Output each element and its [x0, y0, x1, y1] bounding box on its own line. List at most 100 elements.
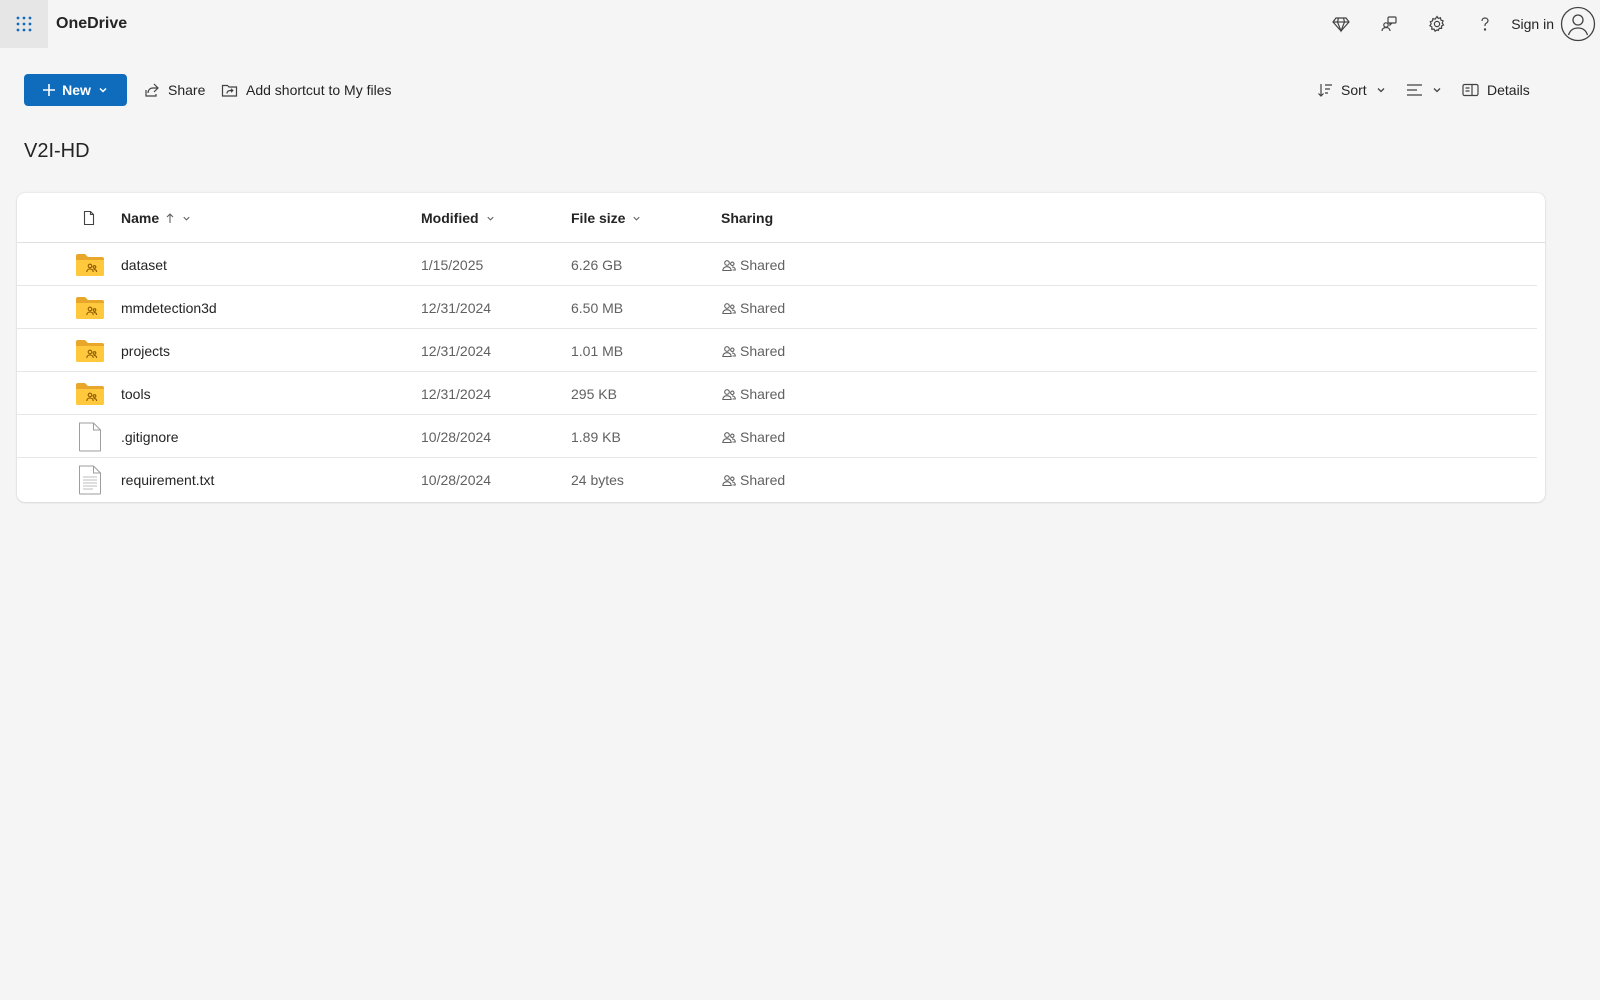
chevron-down-icon [633, 216, 641, 221]
people-icon [722, 388, 736, 400]
text-file-icon [75, 458, 105, 501]
sharing-status[interactable]: Shared [721, 372, 785, 415]
people-icon [722, 431, 736, 443]
help-button[interactable] [1461, 0, 1509, 48]
file-type-column-header[interactable] [81, 193, 97, 243]
people-icon [722, 302, 736, 314]
premium-button[interactable] [1317, 0, 1365, 48]
sharing-status[interactable]: Shared [721, 415, 785, 458]
file-type-icon [83, 210, 95, 226]
generic-file-icon [75, 415, 105, 458]
file-size: 295 KB [571, 385, 617, 402]
feedback-button[interactable] [1365, 0, 1413, 48]
modified-date: 1/15/2025 [421, 256, 484, 273]
page-title: V2I-HD [24, 140, 90, 162]
file-size: 6.50 MB [571, 299, 624, 316]
avatar [1560, 6, 1596, 42]
modified-date: 12/31/2024 [421, 342, 492, 359]
sharing-status[interactable]: Shared [721, 458, 785, 501]
sort-ascending-icon [166, 213, 174, 223]
sharing-label: Shared [740, 299, 786, 316]
sharing-status[interactable]: Shared [721, 286, 785, 329]
shared-folder-icon [75, 329, 105, 372]
plus-icon [43, 84, 56, 96]
new-button[interactable]: New [24, 74, 127, 106]
chevron-down-icon [1377, 88, 1385, 93]
name-column-header[interactable]: Name [121, 193, 192, 243]
file-list-header: Name Modified File size Sharing [17, 193, 1545, 243]
details-pane-icon [1462, 83, 1479, 97]
add-shortcut-label: Add shortcut to My files [246, 82, 392, 98]
details-button[interactable]: Details [1462, 74, 1530, 106]
shortcut-icon [221, 84, 238, 97]
details-label: Details [1487, 82, 1530, 98]
sharing-label: Shared [740, 256, 786, 273]
people-icon [722, 474, 736, 486]
modified-date: 10/28/2024 [421, 471, 492, 488]
table-row[interactable]: projects 12/31/2024 1.01 MB Shared [17, 329, 1537, 372]
person-icon [1560, 6, 1596, 42]
file-name[interactable]: tools [121, 372, 151, 415]
diamond-icon [1332, 17, 1350, 33]
sort-label: Sort [1341, 82, 1367, 98]
modified-date: 10/28/2024 [421, 428, 492, 445]
chevron-down-icon [1433, 88, 1441, 93]
modified-date: 12/31/2024 [421, 385, 492, 402]
file-size: 24 bytes [571, 471, 624, 488]
command-bar: New Share Add shortcut to My files Sort … [0, 70, 1600, 110]
sort-icon [1318, 84, 1332, 97]
file-name[interactable]: dataset [121, 243, 167, 286]
table-row[interactable]: dataset 1/15/2025 6.26 GB Shared [17, 243, 1537, 286]
share-label: Share [168, 82, 206, 98]
sign-in-label: Sign in [1511, 16, 1554, 32]
name-column-label: Name [121, 210, 160, 226]
app-title[interactable]: OneDrive [56, 15, 127, 33]
file-size-column-header[interactable]: File size [571, 193, 642, 243]
sharing-column-header[interactable]: Sharing [721, 193, 773, 243]
waffle-icon [16, 16, 32, 32]
chevron-down-icon [99, 87, 107, 93]
people-icon [722, 259, 736, 271]
file-size: 6.26 GB [571, 256, 623, 273]
question-icon [1481, 17, 1489, 31]
sharing-label: Shared [740, 342, 786, 359]
feedback-icon [1381, 16, 1397, 32]
file-size: 1.89 KB [571, 428, 621, 445]
share-icon [145, 83, 159, 97]
sign-in-button[interactable]: Sign in [1511, 6, 1596, 42]
sharing-column-label: Sharing [721, 210, 774, 226]
sharing-status[interactable]: Shared [721, 243, 785, 286]
view-options-button[interactable] [1406, 74, 1443, 106]
table-row[interactable]: requirement.txt 10/28/2024 24 bytes Shar… [17, 458, 1537, 501]
table-row[interactable]: .gitignore 10/28/2024 1.89 KB Shared [17, 415, 1537, 458]
sharing-label: Shared [740, 471, 786, 488]
list-view-icon [1407, 84, 1422, 96]
modified-date: 12/31/2024 [421, 299, 492, 316]
sharing-label: Shared [740, 428, 786, 445]
share-button[interactable]: Share [144, 74, 205, 106]
modified-column-header[interactable]: Modified [421, 193, 496, 243]
file-name[interactable]: projects [121, 329, 170, 372]
file-name[interactable]: .gitignore [121, 415, 179, 458]
file-size: 1.01 MB [571, 342, 624, 359]
new-button-label: New [62, 82, 91, 98]
shared-folder-icon [75, 372, 105, 415]
top-right-actions: Sign in [1317, 0, 1600, 48]
sharing-label: Shared [740, 385, 786, 402]
file-name[interactable]: mmdetection3d [121, 286, 217, 329]
sharing-status[interactable]: Shared [721, 329, 785, 372]
file-name[interactable]: requirement.txt [121, 458, 214, 501]
gear-icon [1429, 15, 1445, 33]
shared-folder-icon [75, 286, 105, 329]
table-row[interactable]: tools 12/31/2024 295 KB Shared [17, 372, 1537, 415]
chevron-down-icon [183, 216, 190, 221]
sort-button[interactable]: Sort [1317, 74, 1387, 106]
modified-column-label: Modified [421, 210, 479, 226]
top-bar: OneDrive Sign in [0, 0, 1600, 48]
app-launcher-button[interactable] [0, 0, 48, 48]
settings-button[interactable] [1413, 0, 1461, 48]
shared-folder-icon [75, 243, 105, 286]
people-icon [722, 345, 736, 357]
add-shortcut-button[interactable]: Add shortcut to My files [221, 74, 392, 106]
table-row[interactable]: mmdetection3d 12/31/2024 6.50 MB Shared [17, 286, 1537, 329]
